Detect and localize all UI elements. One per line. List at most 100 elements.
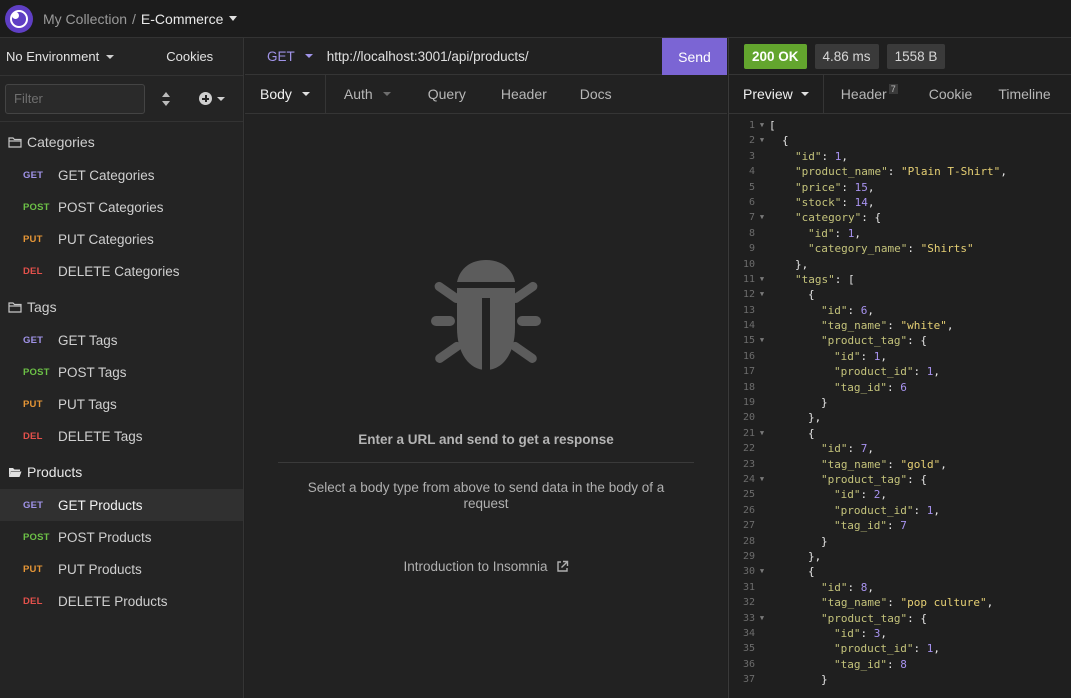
- request-item-post-tags[interactable]: POST POST Tags: [0, 356, 243, 388]
- code-token: ,: [867, 580, 874, 594]
- tab-header[interactable]: Header: [481, 75, 562, 113]
- code-token: "product_id": [834, 365, 914, 379]
- breadcrumb-project[interactable]: E-Commerce: [141, 11, 223, 27]
- introduction-link[interactable]: Introduction to Insomnia: [245, 559, 727, 574]
- method-badge: DEL: [23, 595, 43, 607]
- request-item-delete-categories[interactable]: DEL DELETE Categories: [0, 255, 243, 287]
- folder-categories[interactable]: Categories: [0, 125, 243, 159]
- code-token: ,: [867, 442, 874, 456]
- request-item-delete-tags[interactable]: DEL DELETE Tags: [0, 420, 243, 452]
- fold-caret-icon[interactable]: ▼: [755, 272, 769, 287]
- cookies-button[interactable]: Cookies: [166, 49, 213, 64]
- code-token: [: [769, 119, 776, 132]
- folder-products[interactable]: Products: [0, 455, 243, 489]
- empty-state-title: Enter a URL and send to get a response: [358, 432, 614, 447]
- fold-caret-icon[interactable]: ▼: [755, 118, 769, 133]
- tab-preview[interactable]: Preview: [729, 75, 824, 113]
- code-line: 31 "id": 8,: [729, 580, 1071, 595]
- fold-caret-icon[interactable]: ▼: [755, 133, 769, 148]
- environment-dropdown[interactable]: No Environment: [6, 49, 115, 64]
- url-input[interactable]: http://localhost:3001/api/products/: [327, 49, 657, 64]
- code-token: "Shirts": [920, 242, 974, 256]
- code-content: "product_id": 1,: [769, 503, 940, 518]
- chevron-down-icon: [304, 54, 313, 58]
- code-token: "id": [821, 442, 848, 456]
- code-content: },: [769, 410, 821, 425]
- code-token: "Plain T-Shirt": [900, 165, 1001, 179]
- code-token: "tag_name": [821, 596, 888, 610]
- tab-timeline[interactable]: Timeline: [986, 75, 1064, 113]
- code-content: "tag_id": 6: [769, 380, 907, 395]
- chevron-down-icon[interactable]: [229, 16, 238, 21]
- request-item-put-categories[interactable]: PUT PUT Categories: [0, 223, 243, 255]
- status-bar: 200 OK 4.86 ms 1558 B: [729, 38, 1071, 75]
- line-number: 7: [748, 212, 755, 224]
- fold-caret-icon[interactable]: ▼: [755, 333, 769, 348]
- fold-caret-icon[interactable]: ▼: [755, 210, 769, 225]
- line-number: 10: [742, 258, 755, 270]
- code-line: 37}: [729, 672, 1071, 687]
- send-button[interactable]: Send: [662, 38, 727, 75]
- breadcrumb-separator: /: [132, 10, 136, 27]
- code-content: "id": 3,: [769, 626, 887, 641]
- code-token: "id": [808, 226, 835, 240]
- code-content: "stock": 14,: [769, 195, 874, 210]
- tab-cookie[interactable]: Cookie: [912, 75, 987, 113]
- fold-caret-icon[interactable]: ▼: [755, 611, 769, 626]
- request-item-post-categories[interactable]: POST POST Categories: [0, 191, 243, 223]
- chevron-down-icon: [800, 92, 809, 96]
- code-token: 15: [854, 180, 868, 194]
- folder-tags[interactable]: Tags: [0, 290, 243, 324]
- tab-query[interactable]: Query: [406, 75, 481, 113]
- tab-response-header[interactable]: Header 7: [824, 75, 912, 113]
- fold-caret-icon[interactable]: ▼: [755, 564, 769, 579]
- code-line: 3 "id": 1,: [729, 149, 1071, 164]
- code-line: 17 "product_id": 1,: [729, 364, 1071, 379]
- request-item-get-tags[interactable]: GET GET Tags: [0, 324, 243, 356]
- code-token: ,: [867, 180, 875, 194]
- code-line: 34 "id": 3,: [729, 626, 1071, 641]
- tab-body[interactable]: Body: [245, 75, 326, 113]
- breadcrumb-collection[interactable]: My Collection: [43, 11, 127, 27]
- code-token: "id": [795, 149, 822, 163]
- code-line: 25 "id": 2,: [729, 487, 1071, 502]
- code-token: :: [847, 580, 861, 594]
- breadcrumb[interactable]: My Collection / E-Commerce: [43, 10, 238, 27]
- response-time-badge: 4.86 ms: [814, 43, 879, 69]
- tab-docs[interactable]: Docs: [562, 75, 627, 113]
- code-content: "product_tag": {: [769, 611, 927, 626]
- code-line: 5 "price": 15,: [729, 180, 1071, 195]
- request-item-put-tags[interactable]: PUT PUT Tags: [0, 388, 243, 420]
- request-item-delete-products[interactable]: DEL DELETE Products: [0, 585, 243, 617]
- fold-caret-icon[interactable]: ▼: [755, 426, 769, 441]
- request-item-put-products[interactable]: PUT PUT Products: [0, 553, 243, 585]
- code-token: :: [907, 242, 921, 256]
- filter-input[interactable]: [5, 83, 145, 114]
- tab-auth[interactable]: Auth: [326, 75, 406, 113]
- fold-caret-icon[interactable]: ▼: [755, 287, 769, 302]
- request-label: GET Categories: [58, 167, 155, 183]
- code-token: : [: [834, 272, 855, 286]
- response-body-viewer[interactable]: 1 ▼[2 ▼{3 "id": 1, 4 "product_name": "Plain T…: [729, 118, 1071, 698]
- code-token: "pop culture": [900, 596, 987, 610]
- request-item-get-categories[interactable]: GET GET Categories: [0, 159, 243, 191]
- method-dropdown[interactable]: GET: [267, 49, 313, 64]
- environment-row: No Environment Cookies: [0, 38, 243, 76]
- code-line: 22 "id": 7,: [729, 441, 1071, 456]
- add-menu-button[interactable]: [199, 92, 225, 105]
- fold-caret-icon[interactable]: ▼: [755, 472, 769, 487]
- line-number: 2: [748, 135, 755, 147]
- method-badge: PUT: [23, 398, 43, 410]
- line-number: 19: [742, 397, 755, 409]
- sort-icon[interactable]: [161, 91, 171, 106]
- empty-state-description: Select a body type from above to send da…: [307, 480, 665, 511]
- method-badge: DEL: [23, 265, 43, 277]
- request-label: POST Products: [58, 529, 152, 545]
- request-item-get-products[interactable]: GET GET Products: [0, 489, 243, 521]
- request-item-post-products[interactable]: POST POST Products: [0, 521, 243, 553]
- insomnia-logo-icon[interactable]: [5, 4, 33, 33]
